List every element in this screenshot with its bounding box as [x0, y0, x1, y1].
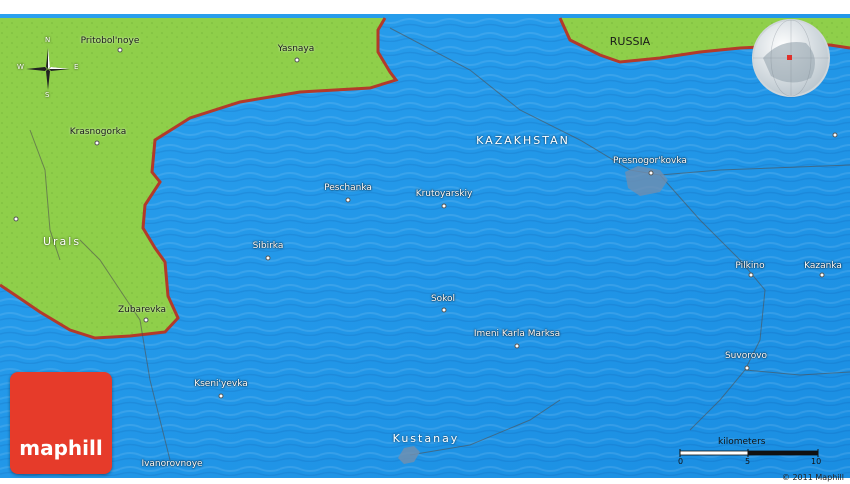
country-label-kazakhstan: KAZAKHSTAN — [476, 134, 570, 147]
city-label-kseniyevka: Kseni'yevka — [194, 379, 248, 389]
city-label-kustanay: Kustanay — [392, 432, 460, 445]
city-dot — [441, 307, 447, 313]
city-label-suvorovo: Suvorovo — [724, 351, 768, 361]
compass-north: N — [45, 36, 51, 44]
copyright-text: © 2011 Maphill — [781, 473, 844, 482]
locator-globe — [751, 18, 831, 98]
city-label-pritobolnoye: Pritobol'noye — [80, 36, 140, 46]
scale-bar: kilometers 0 5 10 — [678, 437, 823, 467]
city-label-krutoyarskiy: Krutoyarskiy — [415, 189, 473, 199]
maphill-logo[interactable]: maphill — [10, 372, 112, 474]
scale-tick-10: 10 — [811, 457, 822, 466]
country-label-russia: RUSSIA — [609, 35, 651, 48]
city-label-imeni-karla-marksa: Imeni Karla Marksa — [473, 329, 561, 339]
city-dot — [117, 47, 123, 53]
city-label-sokol: Sokol — [430, 294, 456, 304]
scale-title: kilometers — [718, 437, 766, 447]
globe-icon — [752, 19, 830, 97]
compass-icon — [26, 48, 70, 90]
city-label-zubarevka: Zubarevka — [117, 305, 167, 315]
city-dot — [218, 393, 224, 399]
city-dot — [345, 197, 351, 203]
compass-south: S — [45, 91, 50, 99]
region-label-urals: Urals — [42, 235, 82, 248]
city-dot — [143, 317, 149, 323]
city-dot — [648, 170, 654, 176]
city-dot — [832, 132, 838, 138]
city-label-krasnogorka: Krasnogorka — [69, 127, 127, 137]
city-dot — [294, 57, 300, 63]
compass-rose: N S W E — [17, 36, 79, 99]
city-dot — [94, 140, 100, 146]
map-canvas[interactable]: N S W E KAZAKHSTAN RUSSIA Urals Pritobol… — [0, 0, 850, 484]
logo-text: maphill — [19, 436, 103, 460]
city-dot — [514, 343, 520, 349]
compass-east: E — [74, 63, 79, 71]
scale-tick-0: 0 — [678, 457, 684, 466]
city-label-presnogorkovka: Presnogor'kovka — [613, 156, 687, 166]
city-dot — [13, 216, 19, 222]
city-dot — [744, 365, 750, 371]
compass-west: W — [17, 63, 24, 71]
city-label-ivanorovnoye: Ivanorovnoye — [141, 459, 203, 469]
city-label-pilkino: Pilkino — [735, 261, 765, 271]
city-dot — [819, 272, 825, 278]
city-dot — [265, 255, 271, 261]
scale-tick-5: 5 — [745, 457, 751, 466]
map-base-layer — [0, 0, 850, 484]
city-label-peschanka: Peschanka — [324, 183, 372, 193]
city-dot — [748, 272, 754, 278]
city-dot — [441, 203, 447, 209]
city-label-sibirka: Sibirka — [252, 241, 284, 251]
scale-ruler — [679, 449, 819, 457]
city-label-yasnaya: Yasnaya — [277, 44, 315, 54]
city-label-kazanka: Kazanka — [804, 261, 842, 271]
